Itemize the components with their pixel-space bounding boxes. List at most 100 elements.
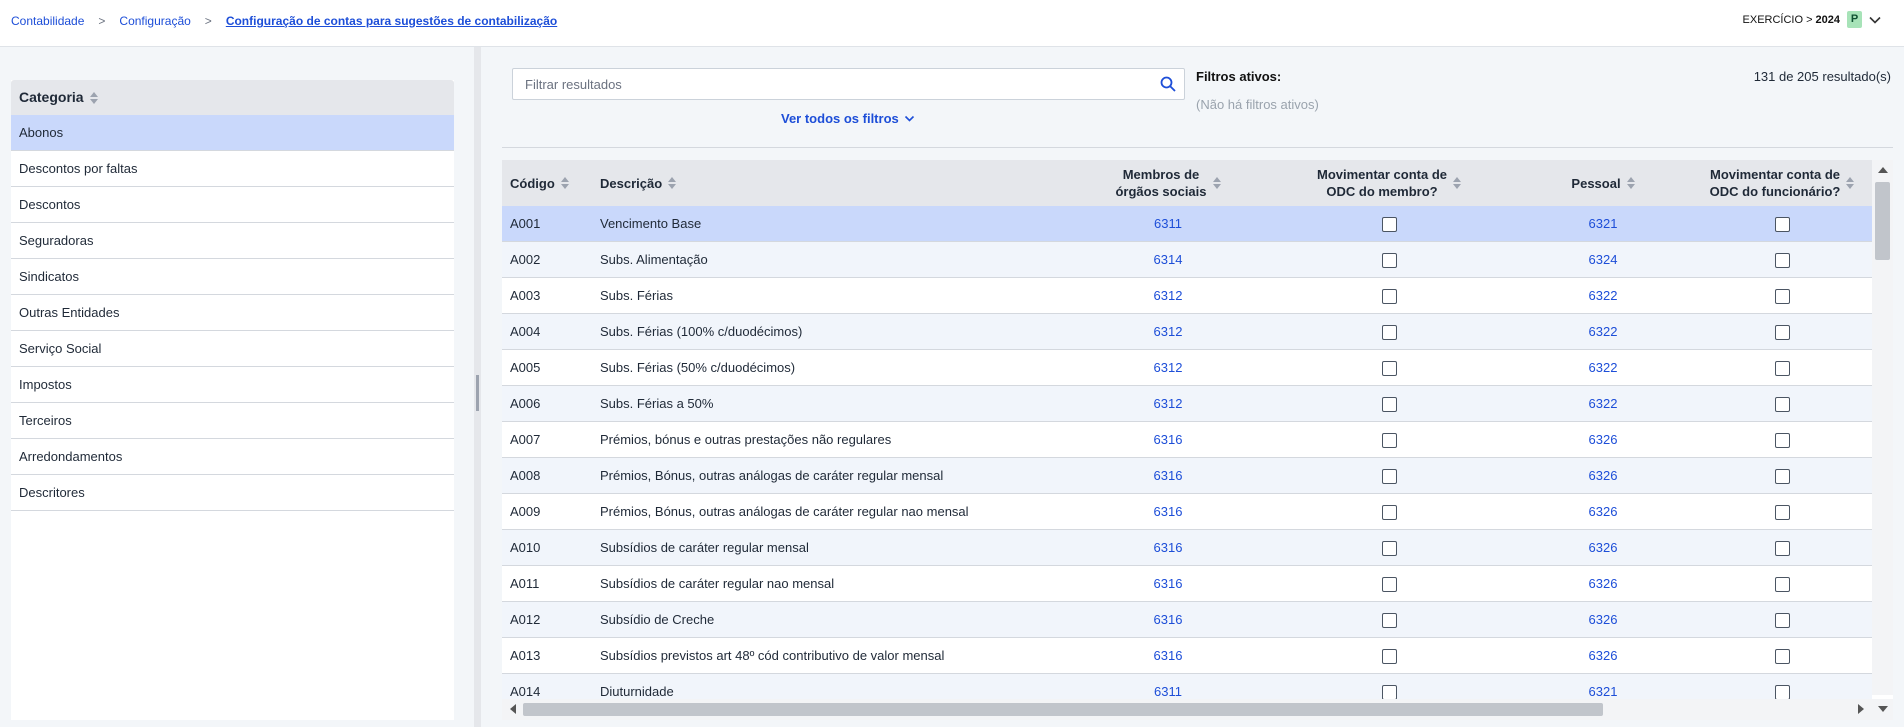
cell-membros-link[interactable]: 6314 — [1072, 241, 1264, 278]
cell-membros-link[interactable]: 6316 — [1072, 457, 1264, 494]
mov-funcionario-checkbox[interactable] — [1774, 324, 1790, 340]
category-item[interactable]: Descontos — [11, 187, 454, 223]
scroll-left-icon[interactable] — [510, 704, 516, 714]
table-row[interactable]: A011 Subsídios de caráter regular nao men… — [502, 565, 1872, 602]
category-item[interactable]: Seguradoras — [11, 223, 454, 259]
mov-funcionario-checkbox[interactable] — [1774, 432, 1790, 448]
cell-membros-link[interactable]: 6312 — [1072, 349, 1264, 386]
cell-membros-link[interactable]: 6316 — [1072, 493, 1264, 530]
mov-membro-checkbox[interactable] — [1381, 432, 1397, 448]
category-header[interactable]: Categoria — [11, 80, 454, 115]
cell-membros-link[interactable]: 6316 — [1072, 529, 1264, 566]
col-header-mov-membro[interactable]: Movimentar conta de ODC do membro? — [1264, 160, 1514, 206]
cell-pessoal-link[interactable]: 6326 — [1514, 601, 1692, 638]
cell-pessoal-link[interactable]: 6322 — [1514, 313, 1692, 350]
table-row[interactable]: A002 Subs. Alimentação 6314 6324 — [502, 241, 1872, 278]
chevron-down-icon[interactable] — [1868, 13, 1882, 27]
mov-funcionario-checkbox[interactable] — [1774, 252, 1790, 268]
search-icon[interactable] — [1160, 76, 1176, 92]
cell-pessoal-link[interactable]: 6321 — [1514, 206, 1692, 242]
sort-icon[interactable] — [560, 176, 569, 190]
mov-membro-checkbox[interactable] — [1381, 252, 1397, 268]
scroll-down-icon[interactable] — [1878, 706, 1888, 712]
mov-funcionario-checkbox[interactable] — [1774, 396, 1790, 412]
category-item[interactable]: Terceiros — [11, 403, 454, 439]
category-item[interactable]: Impostos — [11, 367, 454, 403]
sort-icon[interactable] — [1626, 176, 1635, 190]
col-header-mov-funcionario[interactable]: Movimentar conta de ODC do funcionário? — [1692, 160, 1872, 206]
mov-funcionario-checkbox[interactable] — [1774, 468, 1790, 484]
horizontal-scroll-thumb[interactable] — [523, 703, 1603, 716]
cell-membros-link[interactable]: 6316 — [1072, 421, 1264, 458]
mov-membro-checkbox[interactable] — [1381, 504, 1397, 520]
table-row[interactable]: A004 Subs. Férias (100% c/duodécimos) 6312… — [502, 313, 1872, 350]
sort-icon[interactable] — [89, 91, 98, 105]
table-row[interactable]: A012 Subsídio de Creche 6316 6326 — [502, 601, 1872, 638]
table-row[interactable]: A003 Subs. Férias 6312 6322 — [502, 277, 1872, 314]
cell-pessoal-link[interactable]: 6326 — [1514, 493, 1692, 530]
sort-icon[interactable] — [1453, 176, 1462, 190]
ver-todos-filtros-button[interactable]: Ver todos os filtros — [781, 111, 915, 126]
mov-membro-checkbox[interactable] — [1381, 648, 1397, 664]
mov-funcionario-checkbox[interactable] — [1774, 612, 1790, 628]
breadcrumb-current-page[interactable]: Configuração de contas para sugestões de… — [226, 14, 557, 28]
search-input[interactable] — [523, 76, 1147, 93]
mov-membro-checkbox[interactable] — [1381, 684, 1397, 700]
scroll-right-icon[interactable] — [1858, 704, 1864, 714]
search-box[interactable] — [512, 68, 1185, 100]
col-header-descricao[interactable]: Descrição — [592, 160, 1072, 206]
panel-resizer[interactable] — [474, 47, 481, 727]
cell-pessoal-link[interactable]: 6322 — [1514, 385, 1692, 422]
cell-pessoal-link[interactable]: 6322 — [1514, 349, 1692, 386]
col-header-codigo[interactable]: Código — [502, 160, 592, 206]
mov-membro-checkbox[interactable] — [1381, 324, 1397, 340]
cell-pessoal-link[interactable]: 6326 — [1514, 565, 1692, 602]
horizontal-scrollbar[interactable] — [502, 699, 1893, 720]
breadcrumb-configuracao[interactable]: Configuração — [119, 14, 190, 28]
scroll-up-icon[interactable] — [1878, 167, 1888, 173]
table-row[interactable]: A006 Subs. Férias a 50% 6312 6322 — [502, 385, 1872, 422]
mov-membro-checkbox[interactable] — [1381, 612, 1397, 628]
cell-membros-link[interactable]: 6312 — [1072, 277, 1264, 314]
category-item[interactable]: Descontos por faltas — [11, 151, 454, 187]
col-header-pessoal[interactable]: Pessoal — [1514, 160, 1692, 206]
cell-membros-link[interactable]: 6311 — [1072, 206, 1264, 242]
category-item[interactable]: Arredondamentos — [11, 439, 454, 475]
mov-membro-checkbox[interactable] — [1381, 216, 1397, 232]
mov-funcionario-checkbox[interactable] — [1774, 288, 1790, 304]
mov-membro-checkbox[interactable] — [1381, 468, 1397, 484]
cell-pessoal-link[interactable]: 6326 — [1514, 457, 1692, 494]
col-header-membros[interactable]: Membros de órgãos sociais — [1072, 160, 1264, 206]
mov-membro-checkbox[interactable] — [1381, 288, 1397, 304]
mov-funcionario-checkbox[interactable] — [1774, 504, 1790, 520]
table-row[interactable]: A009 Prémios, Bónus, outras análogas de c… — [502, 493, 1872, 530]
cell-membros-link[interactable]: 6316 — [1072, 601, 1264, 638]
vertical-scrollbar[interactable] — [1872, 160, 1893, 695]
mov-membro-checkbox[interactable] — [1381, 576, 1397, 592]
table-row[interactable]: A008 Prémios, Bónus, outras análogas de c… — [502, 457, 1872, 494]
table-row[interactable]: A007 Prémios, bónus e outras prestações n… — [502, 421, 1872, 458]
cell-membros-link[interactable]: 6312 — [1072, 313, 1264, 350]
mov-funcionario-checkbox[interactable] — [1774, 684, 1790, 700]
table-row[interactable]: A001 Vencimento Base 6311 6321 — [502, 206, 1872, 242]
mov-funcionario-checkbox[interactable] — [1774, 216, 1790, 232]
mov-funcionario-checkbox[interactable] — [1774, 360, 1790, 376]
category-item[interactable]: Abonos — [11, 115, 454, 151]
sort-icon[interactable] — [1212, 176, 1221, 190]
breadcrumb-contabilidade[interactable]: Contabilidade — [11, 14, 84, 28]
vertical-scroll-thumb[interactable] — [1875, 182, 1890, 260]
table-row[interactable]: A013 Subsídios previstos art 48º cód cont… — [502, 637, 1872, 674]
mov-membro-checkbox[interactable] — [1381, 540, 1397, 556]
mov-funcionario-checkbox[interactable] — [1774, 540, 1790, 556]
sort-icon[interactable] — [668, 176, 677, 190]
resize-handle-icon[interactable] — [476, 375, 479, 411]
cell-membros-link[interactable]: 6316 — [1072, 565, 1264, 602]
mov-membro-checkbox[interactable] — [1381, 360, 1397, 376]
cell-pessoal-link[interactable]: 6326 — [1514, 637, 1692, 674]
cell-pessoal-link[interactable]: 6326 — [1514, 529, 1692, 566]
cell-membros-link[interactable]: 6316 — [1072, 637, 1264, 674]
sort-icon[interactable] — [1846, 176, 1855, 190]
mov-funcionario-checkbox[interactable] — [1774, 576, 1790, 592]
category-item[interactable]: Sindicatos — [11, 259, 454, 295]
cell-membros-link[interactable]: 6312 — [1072, 385, 1264, 422]
